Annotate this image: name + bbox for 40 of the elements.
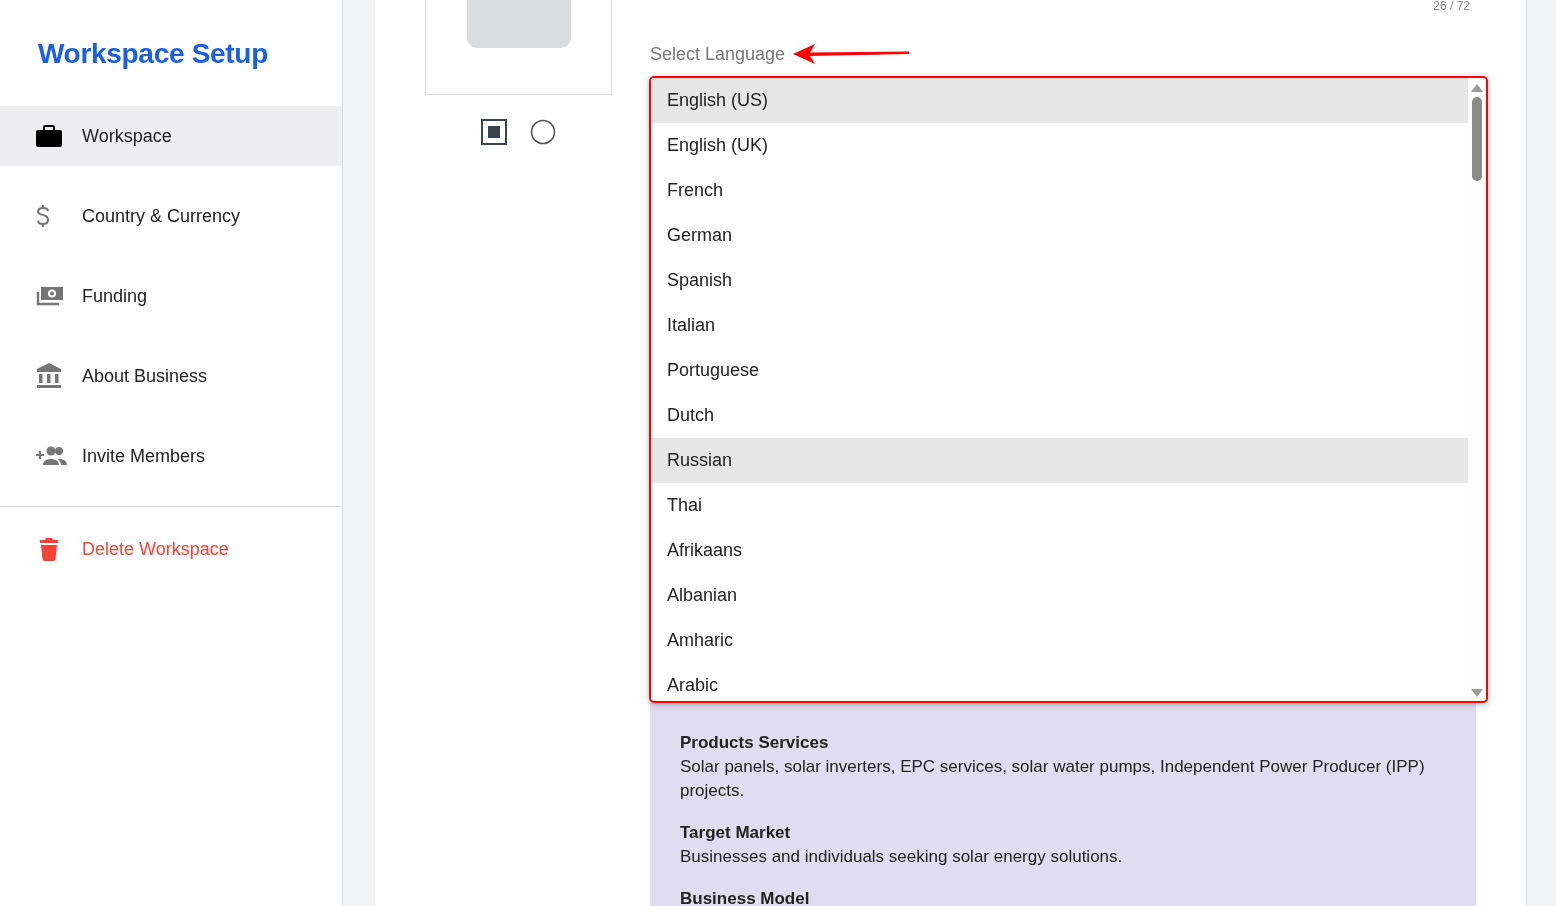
language-option[interactable]: Arabic bbox=[651, 663, 1468, 701]
language-option[interactable]: Dutch bbox=[651, 393, 1468, 438]
scroll-down-icon[interactable] bbox=[1471, 689, 1483, 697]
language-option[interactable]: Portuguese bbox=[651, 348, 1468, 393]
sidebar-item[interactable]: Country & Currency bbox=[0, 186, 342, 246]
sidebar-item[interactable]: Invite Members bbox=[0, 426, 342, 486]
language-option[interactable]: Italian bbox=[651, 303, 1468, 348]
language-dropdown[interactable]: English (US) English (UK) French German Spanish Italian Portuguese Dutch Russian Thai Afrikaans Albanian Amharic Arabic bbox=[649, 76, 1488, 703]
briefcase-icon bbox=[36, 125, 62, 147]
section-text: Businesses and individuals seeking solar energy solutions. bbox=[680, 846, 1124, 868]
language-option[interactable]: Spanish bbox=[651, 258, 1468, 303]
section-text: Solar panels, solar inverters, EPC services, solar water pumps, Independent Power Producer (IPP) projects. bbox=[680, 756, 1426, 802]
circle-shape-icon[interactable] bbox=[530, 119, 556, 145]
section-heading: Products Services bbox=[680, 732, 830, 754]
money-icon bbox=[36, 285, 64, 307]
add-people-icon bbox=[36, 446, 68, 466]
square-shape-icon[interactable] bbox=[481, 119, 507, 145]
character-counter: 26 / 72 bbox=[1433, 0, 1470, 12]
section-heading: Business Model bbox=[680, 888, 811, 906]
section-heading: Target Market bbox=[680, 822, 792, 844]
language-option[interactable]: Thai bbox=[651, 483, 1468, 528]
language-option[interactable]: English (UK) bbox=[651, 123, 1468, 168]
sidebar-title: Workspace Setup bbox=[37, 37, 269, 71]
sidebar-item[interactable]: Workspace bbox=[0, 106, 342, 166]
language-option[interactable]: Albanian bbox=[651, 573, 1468, 618]
language-option[interactable]: Russian bbox=[651, 438, 1468, 483]
language-option[interactable]: Afrikaans bbox=[651, 528, 1468, 573]
trash-icon bbox=[40, 537, 58, 561]
language-option[interactable]: English (US) bbox=[651, 78, 1468, 123]
scrollbar-thumb[interactable] bbox=[1472, 97, 1482, 181]
field-label: Select Language bbox=[650, 43, 786, 65]
sidebar-item[interactable]: About Business bbox=[0, 346, 342, 406]
language-option[interactable]: German bbox=[651, 213, 1468, 258]
delete-workspace-button[interactable]: Delete Workspace bbox=[0, 519, 342, 579]
sidebar-item[interactable]: Funding bbox=[0, 266, 342, 326]
language-option[interactable]: Amharic bbox=[651, 618, 1468, 663]
language-option[interactable]: French bbox=[651, 168, 1468, 213]
bank-icon bbox=[36, 363, 62, 389]
scroll-up-icon[interactable] bbox=[1471, 84, 1483, 92]
dollar-icon bbox=[36, 204, 50, 228]
